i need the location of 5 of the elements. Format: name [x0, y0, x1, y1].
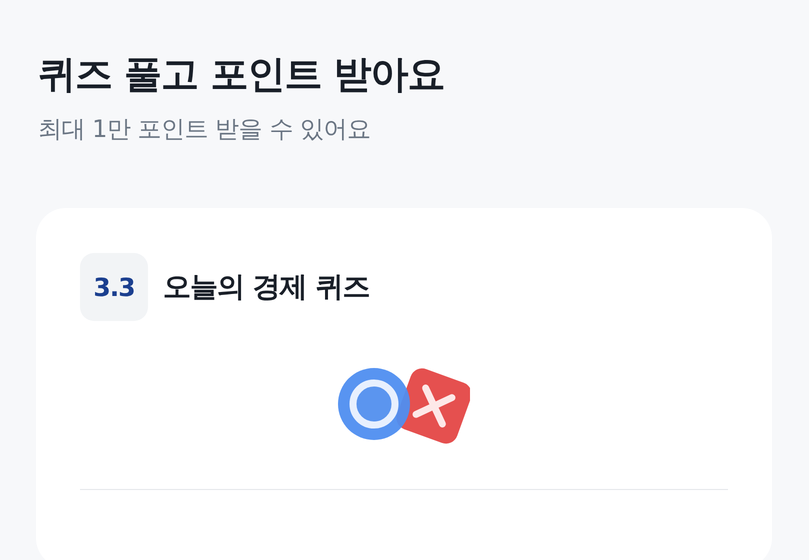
- page-title: 퀴즈 풀고 포인트 받아요: [38, 51, 446, 98]
- quiz-card[interactable]: 3.3 오늘의 경제 퀴즈: [36, 208, 772, 560]
- page-subtitle: 최대 1만 포인트 받을 수 있어요: [38, 114, 372, 145]
- quiz-title: 오늘의 경제 퀴즈: [163, 269, 370, 305]
- quiz-logo: 3.3: [80, 253, 148, 321]
